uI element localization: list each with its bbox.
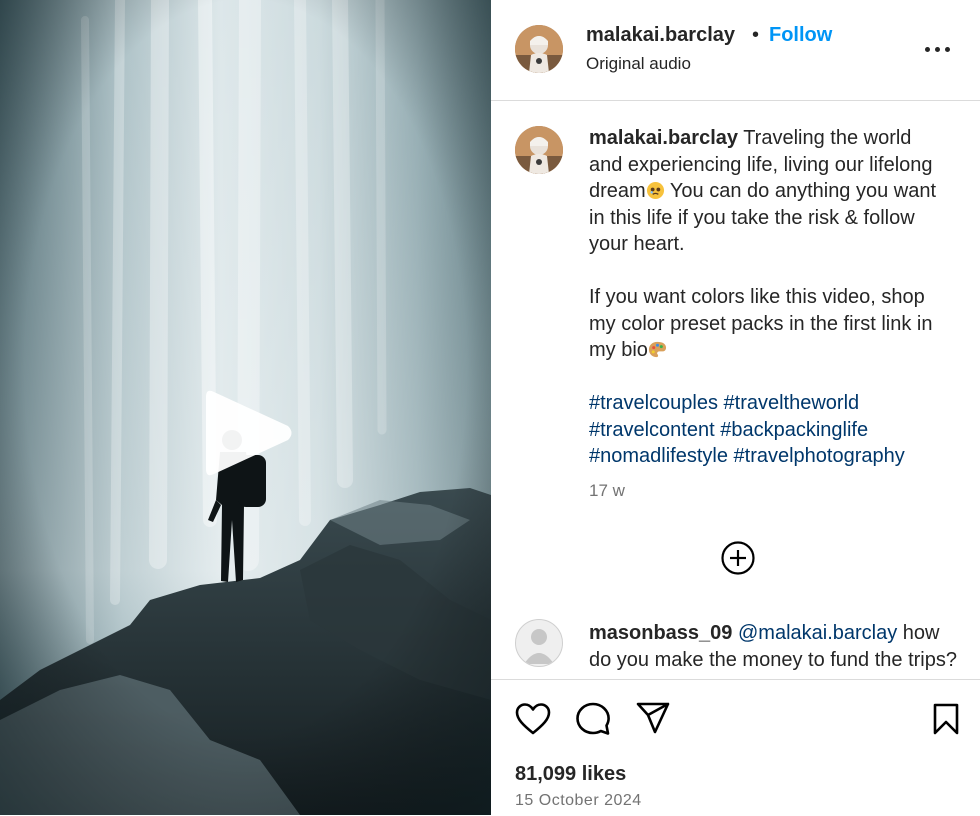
post-sidebar: malakai.barclay • Follow Original audio — [491, 0, 980, 815]
author-username[interactable]: malakai.barclay — [586, 24, 735, 47]
caption-paragraph-2: If you want colors like this video, shop… — [589, 286, 933, 361]
comment-item: masonbass_09 @malakai.barclay how do you… — [589, 620, 964, 673]
author-avatar[interactable] — [515, 25, 563, 73]
send-icon[interactable] — [635, 701, 671, 735]
comment-icon[interactable] — [575, 701, 611, 737]
commenter-avatar[interactable] — [515, 619, 563, 667]
caption-username[interactable]: malakai.barclay — [589, 127, 738, 149]
video-player[interactable] — [0, 0, 491, 815]
comment-username[interactable]: masonbass_09 — [589, 622, 732, 644]
artist-palette-emoji — [648, 341, 666, 358]
hashtag-link[interactable]: #travelphotography — [734, 445, 905, 467]
audio-link[interactable]: Original audio — [586, 54, 691, 74]
likes-count[interactable]: 81,099 likes — [515, 763, 626, 786]
separator-dot: • — [752, 24, 760, 46]
hashtag-link[interactable]: #backpackinglife — [720, 419, 868, 441]
comments-scroll-area[interactable]: malakai.barclay Traveling the world and … — [491, 101, 980, 679]
plus-circle-icon[interactable] — [720, 540, 756, 576]
caption-author-avatar[interactable] — [515, 126, 563, 174]
comment-mention[interactable]: @malakai.barclay — [738, 622, 897, 644]
hashtag-link[interactable]: #travelcouples — [589, 392, 718, 414]
holding-back-tears-emoji — [646, 181, 664, 200]
post-header: malakai.barclay • Follow Original audio — [491, 0, 980, 101]
post-date[interactable]: 15 October 2024 — [515, 792, 642, 810]
bookmark-icon[interactable] — [931, 702, 961, 736]
more-options-icon[interactable] — [923, 40, 953, 58]
hashtag-link[interactable]: #traveltheworld — [724, 392, 860, 414]
play-icon[interactable] — [200, 384, 296, 482]
heart-icon[interactable] — [515, 702, 551, 736]
caption-timestamp[interactable]: 17 w — [589, 481, 625, 501]
hashtag-link[interactable]: #nomadlifestyle — [589, 445, 728, 467]
post-caption: malakai.barclay Traveling the world and … — [589, 125, 949, 470]
post-actions: 81,099 likes 15 October 2024 — [491, 679, 980, 816]
post-dialog: malakai.barclay • Follow Original audio — [0, 0, 980, 815]
hashtag-link[interactable]: #travelcontent — [589, 419, 715, 441]
follow-button[interactable]: Follow — [769, 24, 832, 47]
